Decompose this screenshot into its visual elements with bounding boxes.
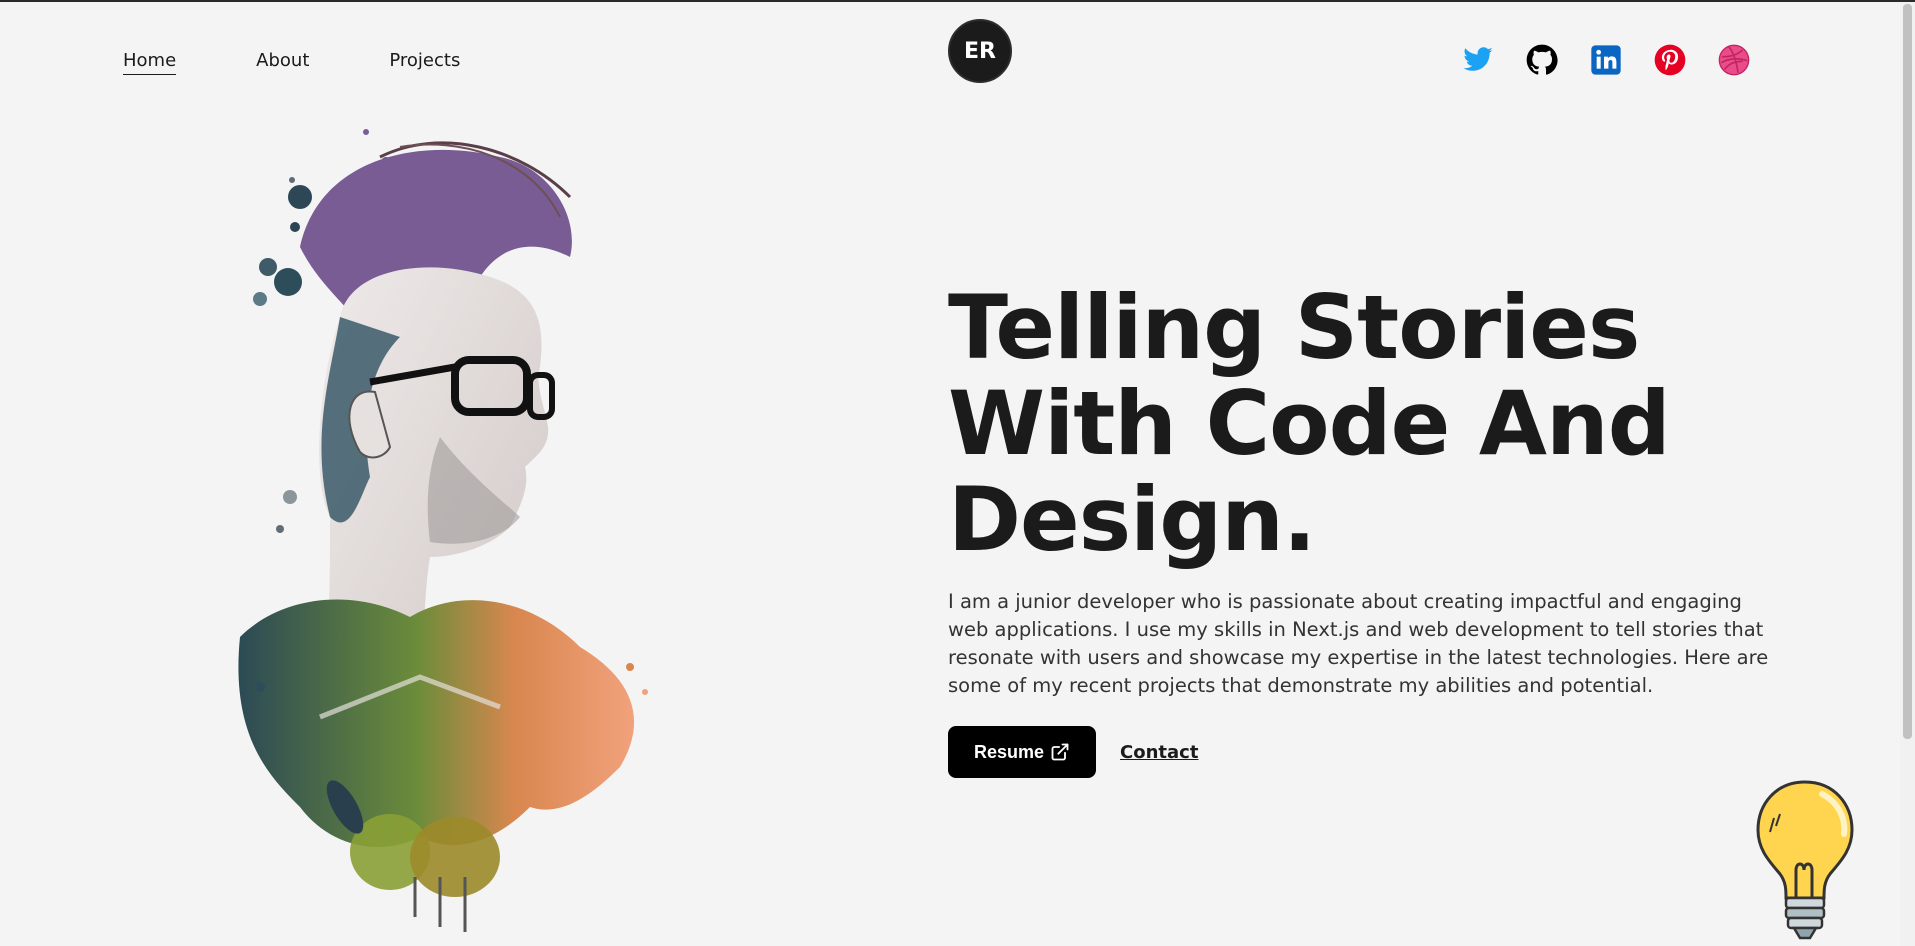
nav-link-about[interactable]: About [256,50,309,75]
resume-button[interactable]: Resume [948,726,1097,778]
contact-link[interactable]: Contact [1120,742,1198,763]
social-links [1462,44,1750,76]
external-link-icon [1051,743,1069,761]
top-nav: Home About Projects ER [0,2,1915,122]
page-scrollbar[interactable] [1900,2,1915,946]
hero-intro: I am a junior developer who is passionat… [948,590,1769,697]
linkedin-link[interactable] [1590,44,1622,76]
nav-link-home[interactable]: Home [123,50,177,75]
pinterest-icon [1654,44,1686,76]
dribbble-icon [1718,44,1750,76]
twitter-icon [1463,47,1493,71]
profile-portrait-image [200,117,790,937]
logo[interactable]: ER [948,19,1012,83]
nav-link-projects[interactable]: Projects [389,50,460,75]
github-icon [1526,44,1558,75]
nav-links: Home About Projects [123,50,460,75]
lightbulb-image [1752,778,1858,946]
pinterest-link[interactable] [1654,44,1686,76]
dribbble-link[interactable] [1718,44,1750,76]
twitter-link[interactable] [1462,44,1494,76]
resume-label: Resume [974,741,1045,762]
hero-headline: Telling Stories With Code And Design. [948,276,1671,571]
scrollbar-thumb[interactable] [1903,4,1912,739]
linkedin-icon [1591,45,1621,75]
hero-section: Telling Stories With Code And Design. I … [948,280,1778,778]
hero-actions: Resume Contact [948,726,1778,778]
github-link[interactable] [1526,44,1558,76]
